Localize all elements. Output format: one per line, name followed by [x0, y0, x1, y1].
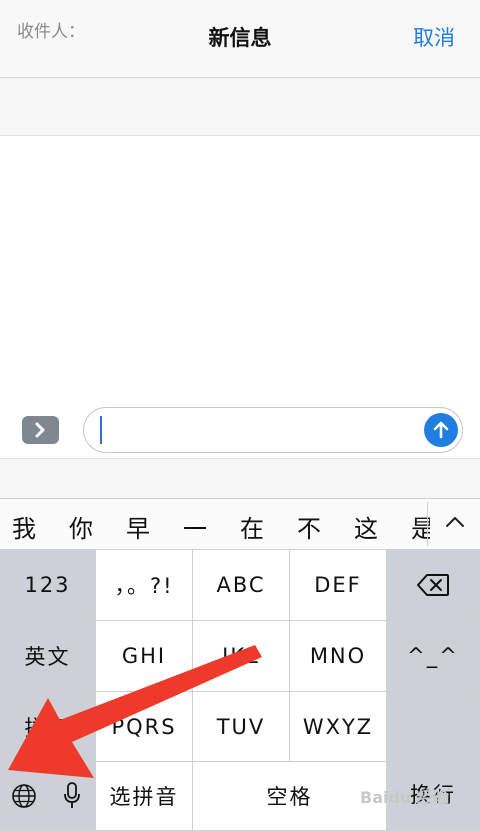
- expand-candidates-button[interactable]: [430, 500, 480, 548]
- expand-apps-button[interactable]: [22, 416, 59, 444]
- microphone-key[interactable]: [48, 762, 96, 831]
- key-123[interactable]: 123: [0, 550, 96, 621]
- cancel-button[interactable]: 取消: [413, 22, 455, 52]
- message-input[interactable]: [83, 407, 463, 453]
- send-button[interactable]: [424, 413, 458, 447]
- key-newline[interactable]: 换行: [387, 692, 480, 831]
- key-def[interactable]: DEF: [290, 550, 387, 621]
- key-punctuation[interactable]: ，。?!: [96, 550, 193, 621]
- candidate-word[interactable]: 早: [126, 509, 150, 544]
- recipient-label: 收件人：: [17, 22, 85, 42]
- globe-key[interactable]: [0, 762, 48, 831]
- chevron-up-icon: [446, 517, 464, 527]
- key-tuv[interactable]: TUV: [193, 692, 290, 762]
- key-mno[interactable]: MNO: [290, 621, 387, 692]
- arrow-up-icon: [433, 421, 449, 439]
- microphone-icon: [63, 782, 80, 808]
- candidate-word[interactable]: 一: [183, 509, 207, 544]
- text-caret: [100, 416, 102, 444]
- key-wxyz[interactable]: WXYZ: [290, 692, 387, 762]
- candidate-word[interactable]: 你: [69, 509, 93, 544]
- key-emoji[interactable]: ^_^: [387, 621, 480, 692]
- compose-footer: [0, 458, 480, 498]
- key-pinyin[interactable]: 拼音: [0, 692, 96, 762]
- watermark: Baidu 经验: [360, 788, 449, 807]
- candidate-word[interactable]: 这: [354, 509, 378, 544]
- key-ghi[interactable]: GHI: [96, 621, 193, 692]
- recipient-field[interactable]: [0, 78, 480, 136]
- chevron-right-icon: [35, 422, 45, 438]
- candidate-divider: [427, 502, 428, 546]
- key-abc[interactable]: ABC: [193, 550, 290, 621]
- key-jkl[interactable]: JKL: [193, 621, 290, 692]
- key-english[interactable]: 英文: [0, 621, 96, 692]
- backspace-key[interactable]: [387, 550, 480, 621]
- backspace-icon: [417, 574, 449, 596]
- candidate-word[interactable]: 在: [240, 509, 264, 544]
- globe-icon: [11, 784, 36, 808]
- key-select-pinyin[interactable]: 选拼音: [96, 762, 193, 831]
- candidate-word[interactable]: 不: [297, 509, 321, 544]
- space-key[interactable]: 空格: [193, 762, 387, 831]
- key-pqrs[interactable]: PQRS: [96, 692, 193, 762]
- candidate-word[interactable]: 我: [12, 509, 36, 544]
- candidate-bar: 我 你 早 一 在 不 这 是: [0, 498, 480, 550]
